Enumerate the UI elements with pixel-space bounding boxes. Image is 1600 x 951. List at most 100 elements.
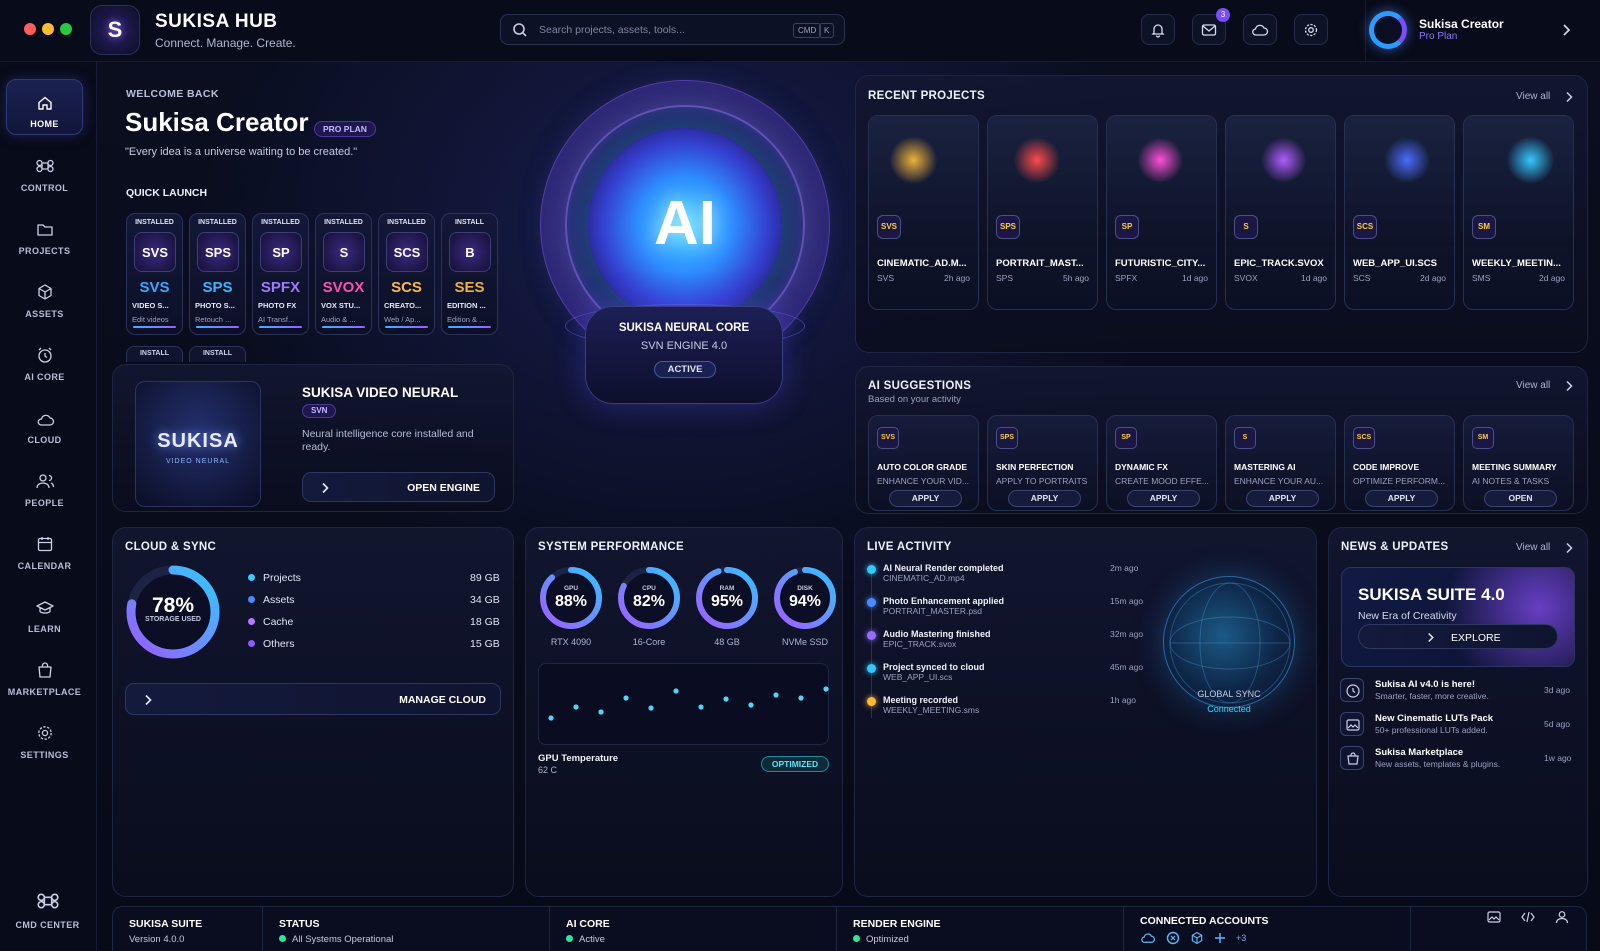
sidebar-item-home[interactable]: HOME bbox=[6, 79, 83, 135]
sidebar-item-cloud[interactable]: CLOUD bbox=[6, 394, 83, 450]
temp-point bbox=[798, 695, 804, 701]
suggestion-action-button[interactable]: APPLY bbox=[1365, 490, 1438, 507]
suggestion-app-icon: SM bbox=[1472, 427, 1494, 449]
suggestion-action-button[interactable]: OPEN bbox=[1484, 490, 1557, 507]
settings-button[interactable] bbox=[1294, 14, 1328, 45]
install-chip[interactable]: INSTALL bbox=[126, 346, 183, 362]
activity-item[interactable]: AI Neural Render completed CINEMATIC_AD.m… bbox=[883, 563, 1004, 583]
sync-icon[interactable] bbox=[1166, 931, 1180, 945]
graduation-icon bbox=[35, 601, 54, 614]
activity-item[interactable]: Photo Enhancement applied PORTRAIT_MASTER… bbox=[883, 596, 1004, 616]
profile-menu[interactable]: Sukisa Creator Pro Plan bbox=[1365, 0, 1600, 62]
sidebar-item-people[interactable]: PEOPLE bbox=[6, 457, 83, 513]
quick-launch-app[interactable]: INSTALLED SP SPFX PHOTO FX AI Transf... bbox=[252, 213, 309, 335]
search-input[interactable]: Search projects, assets, tools... CMD K bbox=[500, 14, 845, 45]
explore-button[interactable]: EXPLORE bbox=[1358, 624, 1558, 649]
gauge-label: CPU bbox=[642, 585, 656, 592]
suggestion-action-button[interactable]: APPLY bbox=[1008, 490, 1081, 507]
project-card[interactable]: SPS PORTRAIT_MAST... SPS 5h ago bbox=[987, 115, 1098, 310]
orb-core[interactable]: AI bbox=[588, 128, 782, 322]
cloud-button[interactable] bbox=[1243, 14, 1277, 45]
project-time: 2d ago bbox=[1539, 273, 1565, 283]
manage-cloud-button[interactable]: MANAGE CLOUD bbox=[125, 683, 501, 715]
activity-item[interactable]: Project synced to cloud WEB_APP_UI.scs bbox=[883, 662, 985, 682]
news-item-title[interactable]: Sukisa AI v4.0 is here! bbox=[1375, 679, 1475, 690]
news-item-desc: 50+ professional LUTs added. bbox=[1375, 725, 1488, 735]
window-close-dot[interactable] bbox=[24, 23, 36, 35]
app-logo[interactable]: S bbox=[90, 5, 140, 55]
storage-legend-item: Cache bbox=[248, 616, 293, 628]
app-name: EDITION ... bbox=[447, 301, 486, 310]
news-view-all[interactable]: View all bbox=[1516, 542, 1550, 553]
code-icon[interactable] bbox=[1521, 911, 1535, 923]
project-card[interactable]: SP FUTURISTIC_CITY... SPFX 1d ago bbox=[1106, 115, 1217, 310]
temp-point bbox=[748, 702, 754, 708]
chevron-right-icon[interactable] bbox=[1561, 23, 1571, 37]
project-card[interactable]: SCS WEB_APP_UI.SCS SCS 2d ago bbox=[1344, 115, 1455, 310]
app-desc: Audio & ... bbox=[321, 315, 356, 324]
temp-point bbox=[598, 709, 604, 715]
quick-launch-app[interactable]: INSTALL B SES EDITION ... Edition & ... bbox=[441, 213, 498, 335]
image-icon[interactable] bbox=[1487, 911, 1501, 923]
ai-suggestions-view-all[interactable]: View all bbox=[1516, 380, 1550, 391]
project-card[interactable]: SVS CINEMATIC_AD.M... SVS 2h ago bbox=[868, 115, 979, 310]
cube-icon[interactable] bbox=[1190, 931, 1204, 945]
sidebar-item-control[interactable]: CONTROL bbox=[6, 142, 83, 198]
quick-launch-app[interactable]: INSTALLED S SVOX VOX STU... Audio & ... bbox=[315, 213, 372, 335]
plus-icon[interactable] bbox=[1214, 932, 1226, 944]
sidebar-item-marketplace[interactable]: MARKETPLACE bbox=[6, 646, 83, 702]
ai-suggestions-subtitle: Based on your activity bbox=[868, 394, 961, 405]
sidebar-item-label: HOME bbox=[30, 119, 59, 129]
engine-logo: SUKISA VIDEO NEURAL bbox=[135, 381, 261, 507]
image-icon bbox=[1346, 719, 1360, 731]
chevron-right-icon[interactable] bbox=[1565, 542, 1573, 554]
activity-item[interactable]: Meeting recorded WEEKLY_MEETING.sms bbox=[883, 695, 979, 715]
project-app-icon: S bbox=[1234, 215, 1258, 239]
project-card[interactable]: SM WEEKLY_MEETIN... SMS 2d ago bbox=[1463, 115, 1574, 310]
chevron-right-icon[interactable] bbox=[1565, 91, 1573, 103]
usage-gauge: RAM 95% bbox=[694, 565, 760, 631]
install-chip[interactable]: INSTALL bbox=[189, 346, 246, 362]
recent-projects-view-all[interactable]: View all bbox=[1516, 91, 1550, 102]
open-engine-button[interactable]: OPEN ENGINE bbox=[302, 472, 495, 502]
news-item-title[interactable]: Sukisa Marketplace bbox=[1375, 747, 1463, 758]
project-time: 2d ago bbox=[1420, 273, 1446, 283]
suggestion-action-button[interactable]: APPLY bbox=[889, 490, 962, 507]
sidebar-item-ai-core[interactable]: AI CORE bbox=[6, 331, 83, 387]
quick-launch-app[interactable]: INSTALLED SCS SCS CREATO... Web / Ap... bbox=[378, 213, 435, 335]
gauge-label: GPU bbox=[563, 585, 579, 592]
app-desc: Edition & ... bbox=[447, 315, 486, 324]
sidebar-item-calendar[interactable]: CALENDAR bbox=[6, 520, 83, 576]
suggestion-action-button[interactable]: APPLY bbox=[1246, 490, 1319, 507]
app-icon-text: B bbox=[465, 244, 475, 260]
app-abbr: SCS bbox=[391, 279, 422, 296]
quick-launch-app[interactable]: INSTALLED SPS SPS PHOTO S... Retouch ... bbox=[189, 213, 246, 335]
window-minimize-dot[interactable] bbox=[42, 23, 54, 35]
user-icon[interactable] bbox=[1555, 910, 1569, 924]
notifications-button[interactable] bbox=[1141, 14, 1175, 45]
project-card[interactable]: S EPIC_TRACK.SVOX SVOX 1d ago bbox=[1225, 115, 1336, 310]
cloud-icon[interactable] bbox=[1140, 932, 1156, 944]
sidebar: HOME CONTROL PROJECTS ASSETS AI CORE CLO… bbox=[0, 62, 97, 951]
window-maximize-dot[interactable] bbox=[60, 23, 72, 35]
news-item-title[interactable]: New Cinematic LUTs Pack bbox=[1375, 713, 1493, 724]
footer-status: STATUS All Systems Operational bbox=[263, 907, 550, 951]
app-name: CREATO... bbox=[384, 301, 422, 310]
cmd-center-button[interactable]: CMD CENTER bbox=[9, 879, 86, 935]
suggestion-app-icon: SPS bbox=[996, 427, 1018, 449]
activity-file: WEB_APP_UI.scs bbox=[883, 672, 953, 682]
news-item-icon-box bbox=[1340, 712, 1364, 736]
suggestion-action-button[interactable]: APPLY bbox=[1127, 490, 1200, 507]
quick-launch-app[interactable]: INSTALLED SVS SVS VIDEO S... Edit videos bbox=[126, 213, 183, 335]
footer-status-title: STATUS bbox=[279, 918, 320, 930]
activity-file: EPIC_TRACK.svox bbox=[883, 639, 957, 649]
activity-item[interactable]: Audio Mastering finished EPIC_TRACK.svox bbox=[883, 629, 991, 649]
suggestion-name: MASTERING AI bbox=[1234, 462, 1296, 472]
sidebar-item-projects[interactable]: PROJECTS bbox=[6, 205, 83, 261]
avatar[interactable] bbox=[1369, 11, 1407, 49]
sidebar-item-settings[interactable]: SETTINGS bbox=[6, 709, 83, 765]
sidebar-item-assets[interactable]: ASSETS bbox=[6, 268, 83, 324]
sidebar-item-learn[interactable]: LEARN bbox=[6, 583, 83, 639]
chevron-right-icon[interactable] bbox=[1565, 380, 1573, 392]
accounts-more[interactable]: +3 bbox=[1236, 933, 1246, 943]
